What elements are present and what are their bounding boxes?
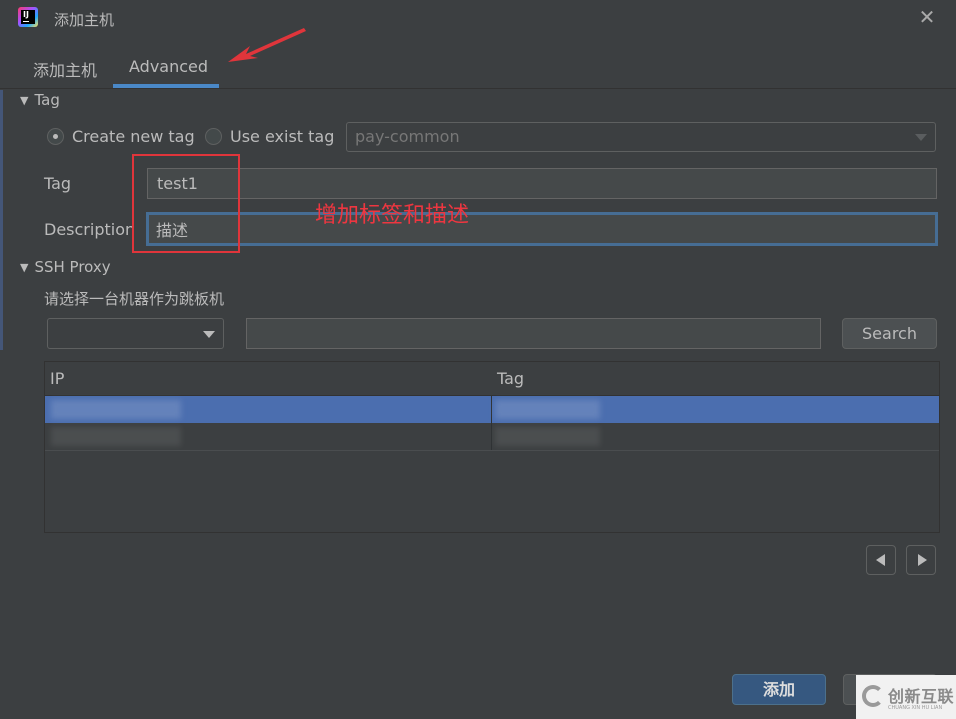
ssh-proxy-section-toggle[interactable]: ▼ SSH Proxy [20,258,111,276]
ssh-proxy-header: SSH Proxy [34,258,111,276]
triangle-left-icon [876,554,885,566]
cell-ip-redacted [51,400,181,419]
intellij-idea-icon: IJ [18,7,38,27]
chevron-down-icon [203,331,215,338]
tab-divider [0,88,956,89]
tag-section-header: Tag [34,91,60,109]
column-header-ip[interactable]: IP [50,369,64,388]
description-label: Description [44,220,136,239]
tab-advanced[interactable]: Advanced [129,57,208,76]
add-button[interactable]: 添加 [732,674,826,705]
table-row[interactable] [45,423,939,451]
annotation-highlight-box [132,154,240,253]
radio-exist-label: Use exist tag [230,127,335,146]
tab-add-host[interactable]: 添加主机 [33,57,97,81]
window-edge [0,90,3,350]
annotation-text: 增加标签和描述 [315,203,470,228]
radio-create-label: Create new tag [72,127,195,146]
previous-page-button[interactable] [866,545,896,575]
radio-use-exist-tag[interactable]: Use exist tag [205,127,334,146]
tag-section-toggle[interactable]: ▼ Tag [20,91,60,109]
host-table: IP Tag [44,361,940,533]
close-icon: ✕ [918,5,936,29]
exist-tag-value: pay-common [355,127,460,146]
search-input[interactable] [246,318,821,349]
cell-tag-redacted [495,400,600,419]
radio-circle-selected [47,128,64,145]
column-separator [491,396,492,423]
triangle-right-icon [918,554,927,566]
dialog-title: 添加主机 [54,11,115,29]
exist-tag-select[interactable]: pay-common [346,122,936,152]
description-input[interactable] [146,212,938,246]
tag-input[interactable] [147,168,937,199]
triangle-down-icon: ▼ [20,94,29,107]
tag-label: Tag [44,174,72,193]
cell-ip-redacted [51,427,181,446]
watermark-subtext: CHUANG XIN HU LIAN [888,705,943,711]
watermark-text: 创新互联 [888,687,955,706]
column-header-tag[interactable]: Tag [497,369,524,388]
search-button[interactable]: Search [842,318,937,349]
triangle-down-icon: ▼ [20,261,29,274]
annotation-arrow-icon [228,28,306,62]
cell-tag-redacted [495,427,600,446]
column-separator [491,423,492,450]
close-button[interactable]: ✕ [916,6,938,28]
watermark-logo-icon [862,685,884,707]
table-header: IP Tag [45,362,939,396]
host-filter-select[interactable] [47,318,224,349]
chevron-down-icon [915,134,927,141]
jump-host-hint: 请选择一台机器作为跳板机 [44,290,225,308]
watermark: 创新互联 CHUANG XIN HU LIAN [856,675,956,719]
table-row[interactable] [45,396,939,423]
radio-circle [205,128,222,145]
next-page-button[interactable] [906,545,936,575]
radio-create-new-tag[interactable]: Create new tag [47,127,195,146]
